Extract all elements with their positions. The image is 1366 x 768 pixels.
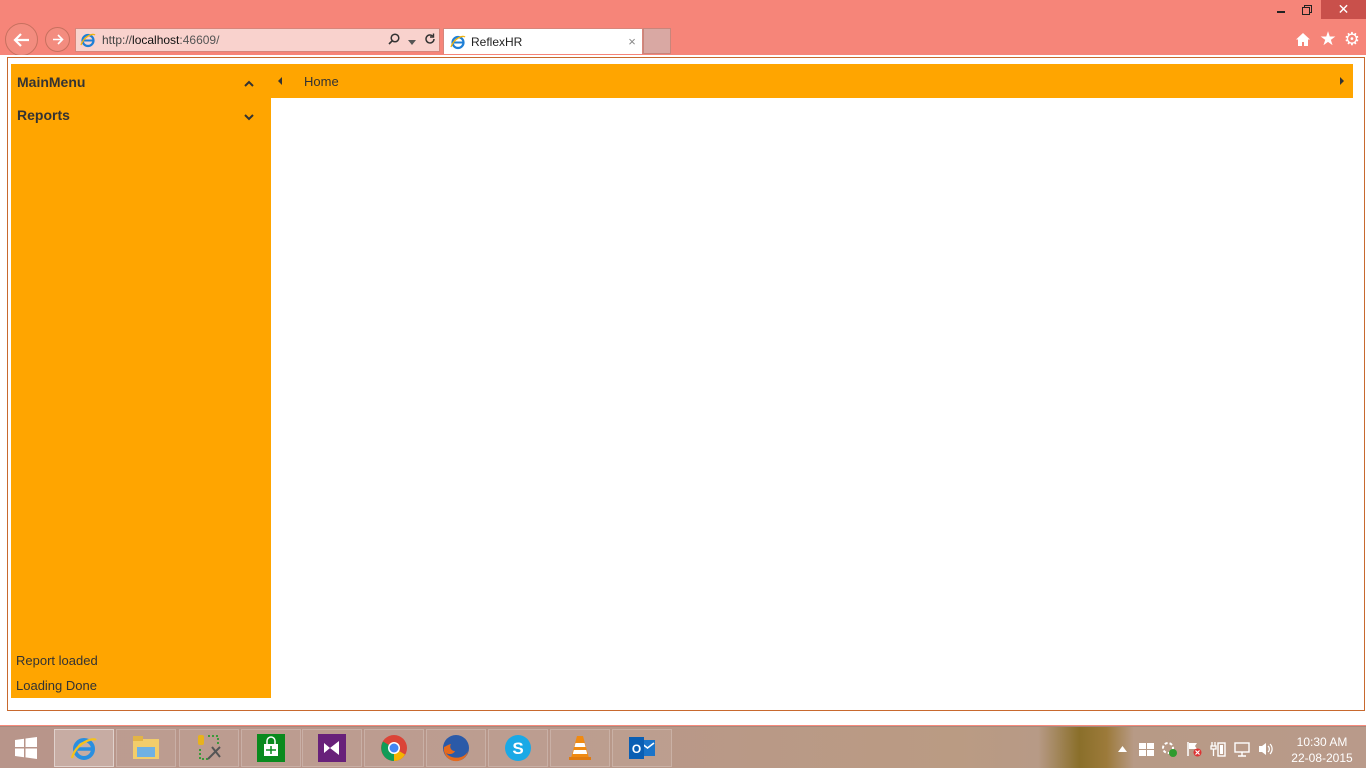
page-viewport: MainMenu Reports Report loaded Loading D…: [0, 55, 1366, 725]
sidebar-section-reports[interactable]: Reports: [17, 107, 70, 123]
url-scheme: http://: [102, 33, 133, 47]
svg-text:O: O: [632, 742, 641, 756]
power-battery-icon[interactable]: [1210, 741, 1226, 757]
close-tab-icon[interactable]: ×: [622, 34, 642, 49]
store-icon: [257, 734, 285, 762]
outlook-icon: O: [629, 737, 655, 759]
vlc-icon: [569, 736, 591, 760]
start-button[interactable]: [0, 729, 52, 767]
home-icon[interactable]: [1293, 29, 1313, 49]
firefox-icon: [443, 735, 469, 762]
close-icon: ✕: [1337, 1, 1350, 17]
windows-logo-icon: [15, 737, 37, 759]
chevron-down-icon[interactable]: [403, 33, 421, 48]
app-frame: MainMenu Reports Report loaded Loading D…: [7, 57, 1365, 711]
database-tools-icon: [198, 735, 221, 760]
arrow-right-icon: [52, 34, 64, 45]
sidebar-section-mainmenu[interactable]: MainMenu: [17, 74, 85, 90]
chevron-up-icon[interactable]: [243, 78, 255, 90]
restore-icon: [1302, 4, 1312, 15]
address-url[interactable]: http://localhost:46609/: [102, 33, 385, 47]
search-icon[interactable]: [385, 32, 403, 48]
skype-icon: S: [505, 735, 531, 761]
clock-time: 10:30 AM: [1296, 735, 1348, 749]
browser-chrome: ✕ http://localhost:46609/ ReflexHR × ★ ⚙: [0, 0, 1366, 57]
forward-button[interactable]: [45, 27, 70, 52]
action-center-flag-icon[interactable]: [1186, 741, 1202, 757]
address-bar[interactable]: http://localhost:46609/: [75, 28, 440, 52]
settings-gear-icon[interactable]: ⚙: [1342, 29, 1362, 49]
system-clock[interactable]: 10:30 AM 22-08-2015: [1286, 734, 1358, 766]
ie-icon: [450, 35, 466, 49]
tabstrip: Home: [271, 64, 1353, 98]
clock-date: 22-08-2015: [1291, 751, 1353, 765]
taskbar-database-tools[interactable]: [179, 729, 239, 767]
network-icon[interactable]: [1234, 741, 1250, 757]
new-tab-button[interactable]: [643, 28, 671, 54]
favorites-star-icon[interactable]: ★: [1318, 29, 1338, 50]
chevron-down-icon[interactable]: [243, 111, 255, 123]
scroll-left-arrow-icon[interactable]: [275, 75, 285, 87]
volume-icon[interactable]: [1258, 741, 1274, 757]
tab-home[interactable]: Home: [304, 74, 339, 89]
taskbar-visual-studio[interactable]: [302, 729, 362, 767]
taskbar: S O 10:30 AM 22-08-2015: [0, 726, 1366, 768]
scroll-right-arrow-icon[interactable]: [1337, 75, 1347, 87]
refresh-icon[interactable]: [421, 33, 439, 48]
sync-tray-icon[interactable]: [1161, 741, 1177, 757]
windows-flag-tray-icon[interactable]: [1138, 741, 1154, 757]
back-button[interactable]: [5, 23, 38, 56]
taskbar-windows-store[interactable]: [241, 729, 301, 767]
status-message: Report loaded: [16, 653, 98, 668]
chrome-icon: [381, 735, 407, 761]
minimize-button[interactable]: [1270, 0, 1292, 19]
ie-icon: [70, 738, 97, 760]
taskbar-google-chrome[interactable]: [364, 729, 424, 767]
taskbar-internet-explorer[interactable]: [54, 729, 114, 767]
show-hidden-icons-arrow[interactable]: [1114, 741, 1130, 757]
close-window-button[interactable]: ✕: [1321, 0, 1366, 19]
svg-text:S: S: [512, 739, 523, 758]
restore-button[interactable]: [1296, 0, 1318, 19]
arrow-left-icon: [12, 32, 29, 47]
url-port: :46609/: [179, 33, 220, 47]
ie-icon: [80, 33, 96, 48]
taskbar-firefox[interactable]: [426, 729, 486, 767]
visual-studio-icon: [318, 734, 346, 762]
taskbar-vlc[interactable]: [550, 729, 610, 767]
sidebar: MainMenu Reports Report loaded Loading D…: [11, 64, 271, 698]
status-message: Loading Done: [16, 678, 97, 693]
taskbar-file-explorer[interactable]: [116, 729, 176, 767]
browser-tab[interactable]: ReflexHR ×: [443, 28, 643, 54]
url-host: localhost: [132, 33, 180, 47]
tab-title: ReflexHR: [471, 34, 523, 49]
taskbar-skype[interactable]: S: [488, 729, 548, 767]
taskbar-outlook[interactable]: O: [612, 729, 672, 767]
folder-icon: [133, 736, 159, 759]
